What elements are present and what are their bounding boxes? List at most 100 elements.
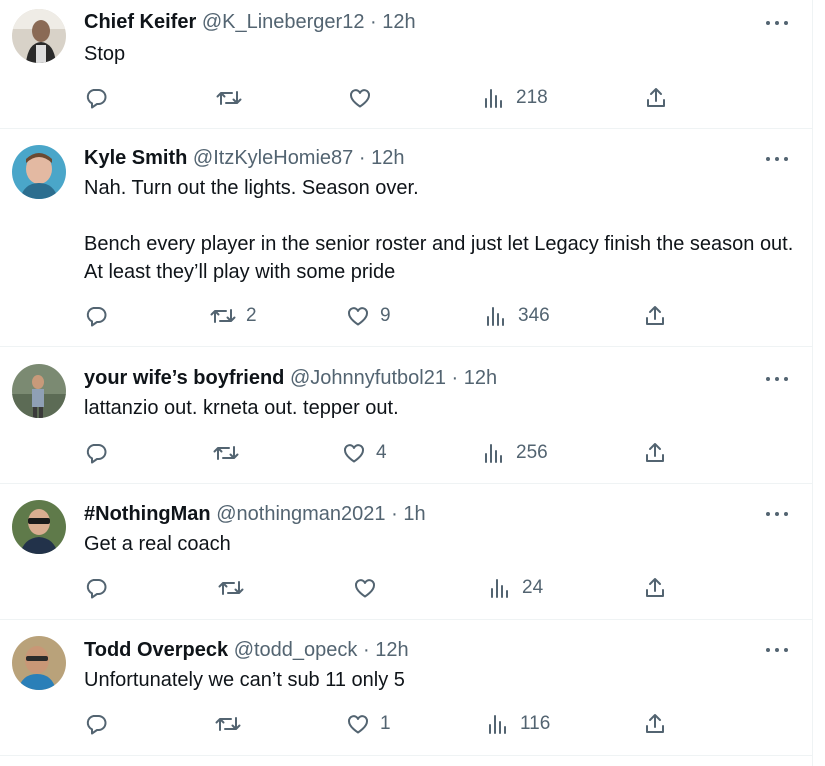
share-icon: [647, 88, 665, 107]
timestamp[interactable]: 12h: [371, 147, 404, 169]
views-count: 116: [520, 713, 551, 734]
share-icon: [646, 306, 664, 325]
share-icon: [646, 714, 664, 733]
like-button[interactable]: [348, 85, 382, 111]
views-button[interactable]: 116: [486, 711, 550, 737]
action-bar: 4 256: [84, 440, 674, 466]
share-button[interactable]: [643, 711, 667, 737]
author-name[interactable]: #NothingMan: [84, 503, 211, 525]
tweet-text: Unfortunately we can’t sub 11 only 5: [84, 669, 405, 691]
tweet[interactable]: Todd Overpeck @todd_opeck · 12h Unfortun…: [0, 619, 812, 756]
tweet-text: Nah. Turn out the lights. Season over. B…: [84, 177, 794, 283]
like-button[interactable]: 4: [342, 440, 387, 466]
like-count: 1: [380, 713, 391, 734]
like-button[interactable]: [353, 575, 387, 601]
retweet-button[interactable]: [213, 440, 249, 466]
like-icon: [344, 444, 364, 463]
timeline-border: [812, 0, 813, 766]
action-bar: 1 116: [84, 711, 674, 737]
share-button[interactable]: [643, 440, 667, 466]
views-icon: [485, 444, 502, 463]
author-name[interactable]: Todd Overpeck: [84, 639, 228, 661]
author-handle[interactable]: @nothingman2021: [216, 503, 385, 525]
like-count: 9: [380, 305, 391, 326]
separator-dot: ·: [391, 503, 398, 525]
tweet-header: Chief Keifer @K_Lineberger12 · 12h: [84, 10, 416, 34]
reply-icon: [86, 89, 107, 109]
share-icon: [646, 443, 664, 462]
action-bar: 2 9 346: [84, 303, 674, 329]
more-icon[interactable]: [764, 149, 790, 169]
share-button[interactable]: [644, 85, 668, 111]
more-icon[interactable]: [764, 640, 790, 660]
separator-dot: ·: [358, 147, 366, 169]
views-count: 346: [518, 305, 550, 326]
tweet[interactable]: your wife’s boyfriend @Johnnyfutbol21 · …: [0, 346, 812, 484]
reply-icon: [86, 715, 107, 735]
reply-button[interactable]: [84, 303, 118, 329]
avatar[interactable]: [12, 500, 66, 554]
share-button[interactable]: [643, 303, 667, 329]
avatar[interactable]: [12, 9, 66, 63]
avatar[interactable]: [12, 636, 66, 690]
views-button[interactable]: 256: [482, 440, 548, 466]
tweet-header: your wife’s boyfriend @Johnnyfutbol21 · …: [84, 366, 497, 390]
timestamp[interactable]: 12h: [382, 11, 415, 33]
author-name[interactable]: your wife’s boyfriend: [84, 367, 284, 389]
author-name[interactable]: Chief Keifer: [84, 11, 196, 33]
reply-button[interactable]: [84, 711, 118, 737]
tweet-text: lattanzio out. krneta out. tepper out.: [84, 397, 399, 419]
retweet-icon: [210, 309, 236, 323]
reply-button[interactable]: [84, 440, 118, 466]
avatar[interactable]: [12, 364, 66, 418]
like-icon: [348, 307, 368, 326]
like-icon: [355, 579, 375, 598]
retweet-count: 2: [246, 305, 257, 326]
views-count: 256: [516, 442, 548, 463]
tweet-header: #NothingMan @nothingman2021 · 1h: [84, 502, 426, 526]
views-button[interactable]: 24: [488, 575, 543, 601]
reply-icon: [86, 579, 107, 599]
tweet-text: Stop: [84, 43, 126, 65]
retweet-button[interactable]: [218, 575, 254, 601]
tweet[interactable]: Kyle Smith @ItzKyleHomie87 · 12h Nah. Tu…: [0, 128, 812, 347]
retweet-button[interactable]: [216, 85, 252, 111]
more-icon[interactable]: [764, 13, 790, 33]
timestamp[interactable]: 12h: [375, 639, 408, 661]
more-icon[interactable]: [764, 369, 790, 389]
author-handle[interactable]: @K_Lineberger12: [202, 11, 365, 33]
more-icon[interactable]: [764, 504, 790, 524]
share-button[interactable]: [643, 575, 667, 601]
author-handle[interactable]: @Johnnyfutbol21: [290, 367, 446, 389]
timestamp[interactable]: 12h: [464, 367, 497, 389]
retweet-icon: [215, 717, 241, 731]
retweet-icon: [218, 581, 244, 595]
like-button[interactable]: 9: [346, 303, 391, 329]
action-bar: 24: [84, 575, 674, 601]
like-icon: [348, 715, 368, 734]
tweet[interactable]: #NothingMan @nothingman2021 · 1h Get a r…: [0, 483, 812, 620]
avatar[interactable]: [12, 145, 66, 199]
author-handle[interactable]: @ItzKyleHomie87: [193, 147, 353, 169]
author-handle[interactable]: @todd_opeck: [234, 639, 358, 661]
separator-dot: ·: [362, 639, 370, 661]
reply-button[interactable]: [84, 85, 118, 111]
views-button[interactable]: 346: [484, 303, 550, 329]
views-button[interactable]: 218: [482, 85, 548, 111]
retweet-button[interactable]: [215, 711, 251, 737]
timestamp[interactable]: 1h: [403, 503, 425, 525]
views-count: 24: [522, 577, 544, 598]
retweet-icon: [213, 446, 239, 460]
reply-icon: [86, 307, 107, 327]
like-icon: [350, 89, 370, 108]
views-icon: [487, 307, 504, 326]
retweet-button[interactable]: 2: [210, 303, 257, 329]
reply-button[interactable]: [84, 575, 118, 601]
reply-icon: [86, 444, 107, 464]
views-icon: [489, 715, 506, 734]
share-icon: [646, 578, 664, 597]
author-name[interactable]: Kyle Smith: [84, 147, 187, 169]
views-count: 218: [516, 87, 548, 108]
like-button[interactable]: 1: [346, 711, 391, 737]
tweet[interactable]: Chief Keifer @K_Lineberger12 · 12h Stop …: [0, 0, 812, 129]
